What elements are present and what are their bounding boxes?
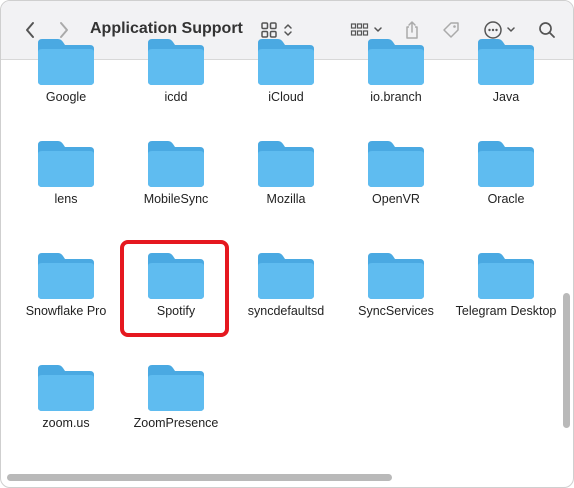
file-label: ZoomPresence: [133, 416, 219, 430]
file-grid: Google icdd iCloud io.branch Java lens MobileS…: [1, 39, 573, 487]
horizontal-scrollbar[interactable]: [7, 474, 392, 481]
folder-icon: [148, 365, 204, 411]
folder-icon: [38, 39, 94, 85]
file-label: zoom.us: [42, 416, 90, 430]
folder-icon: [368, 253, 424, 299]
folder-icon: [478, 141, 534, 187]
folder-icon: [478, 39, 534, 85]
file-item[interactable]: ZoomPresence: [121, 363, 231, 430]
folder-icon: [148, 141, 204, 187]
highlight-box: [120, 240, 229, 337]
file-item[interactable]: Snowflake Pro: [11, 251, 121, 318]
file-label: MobileSync: [143, 192, 209, 206]
file-label: iCloud: [268, 90, 304, 104]
file-label: Mozilla: [266, 192, 306, 206]
file-item[interactable]: Google: [11, 37, 121, 104]
file-label: SyncServices: [358, 304, 434, 318]
folder-icon: [38, 141, 94, 187]
folder-icon: [258, 253, 314, 299]
file-item[interactable]: Mozilla: [231, 139, 341, 206]
file-label: icdd: [164, 90, 188, 104]
file-label: Oracle: [487, 192, 525, 206]
file-item[interactable]: MobileSync: [121, 139, 231, 206]
file-label: syncdefaultsd: [247, 304, 325, 318]
folder-icon: [368, 141, 424, 187]
file-item[interactable]: icdd: [121, 37, 231, 104]
file-label: OpenVR: [372, 192, 420, 206]
file-item[interactable]: lens: [11, 139, 121, 206]
file-label: Java: [492, 90, 520, 104]
file-label: Telegram Desktop: [455, 304, 557, 318]
file-item[interactable]: Java: [451, 37, 561, 104]
folder-icon: [368, 39, 424, 85]
vertical-scrollbar[interactable]: [563, 293, 570, 428]
file-label: lens: [54, 192, 78, 206]
file-item[interactable]: zoom.us: [11, 363, 121, 430]
file-item[interactable]: Oracle: [451, 139, 561, 206]
file-item[interactable]: io.branch: [341, 37, 451, 104]
folder-icon: [478, 253, 534, 299]
file-label: io.branch: [370, 90, 422, 104]
file-label: Snowflake Pro: [25, 304, 107, 318]
folder-icon: [38, 253, 94, 299]
window-title: Application Support: [90, 20, 243, 37]
folder-icon: [258, 39, 314, 85]
file-item[interactable]: OpenVR: [341, 139, 451, 206]
folder-icon: [258, 141, 314, 187]
file-item[interactable]: SyncServices: [341, 251, 451, 318]
file-item[interactable]: syncdefaultsd: [231, 251, 341, 318]
finder-window: Application Support Google icdd iCloud i…: [0, 0, 574, 488]
file-item[interactable]: Telegram Desktop: [451, 251, 561, 318]
file-label: Google: [45, 90, 87, 104]
folder-icon: [38, 365, 94, 411]
file-item[interactable]: iCloud: [231, 37, 341, 104]
folder-icon: [148, 39, 204, 85]
